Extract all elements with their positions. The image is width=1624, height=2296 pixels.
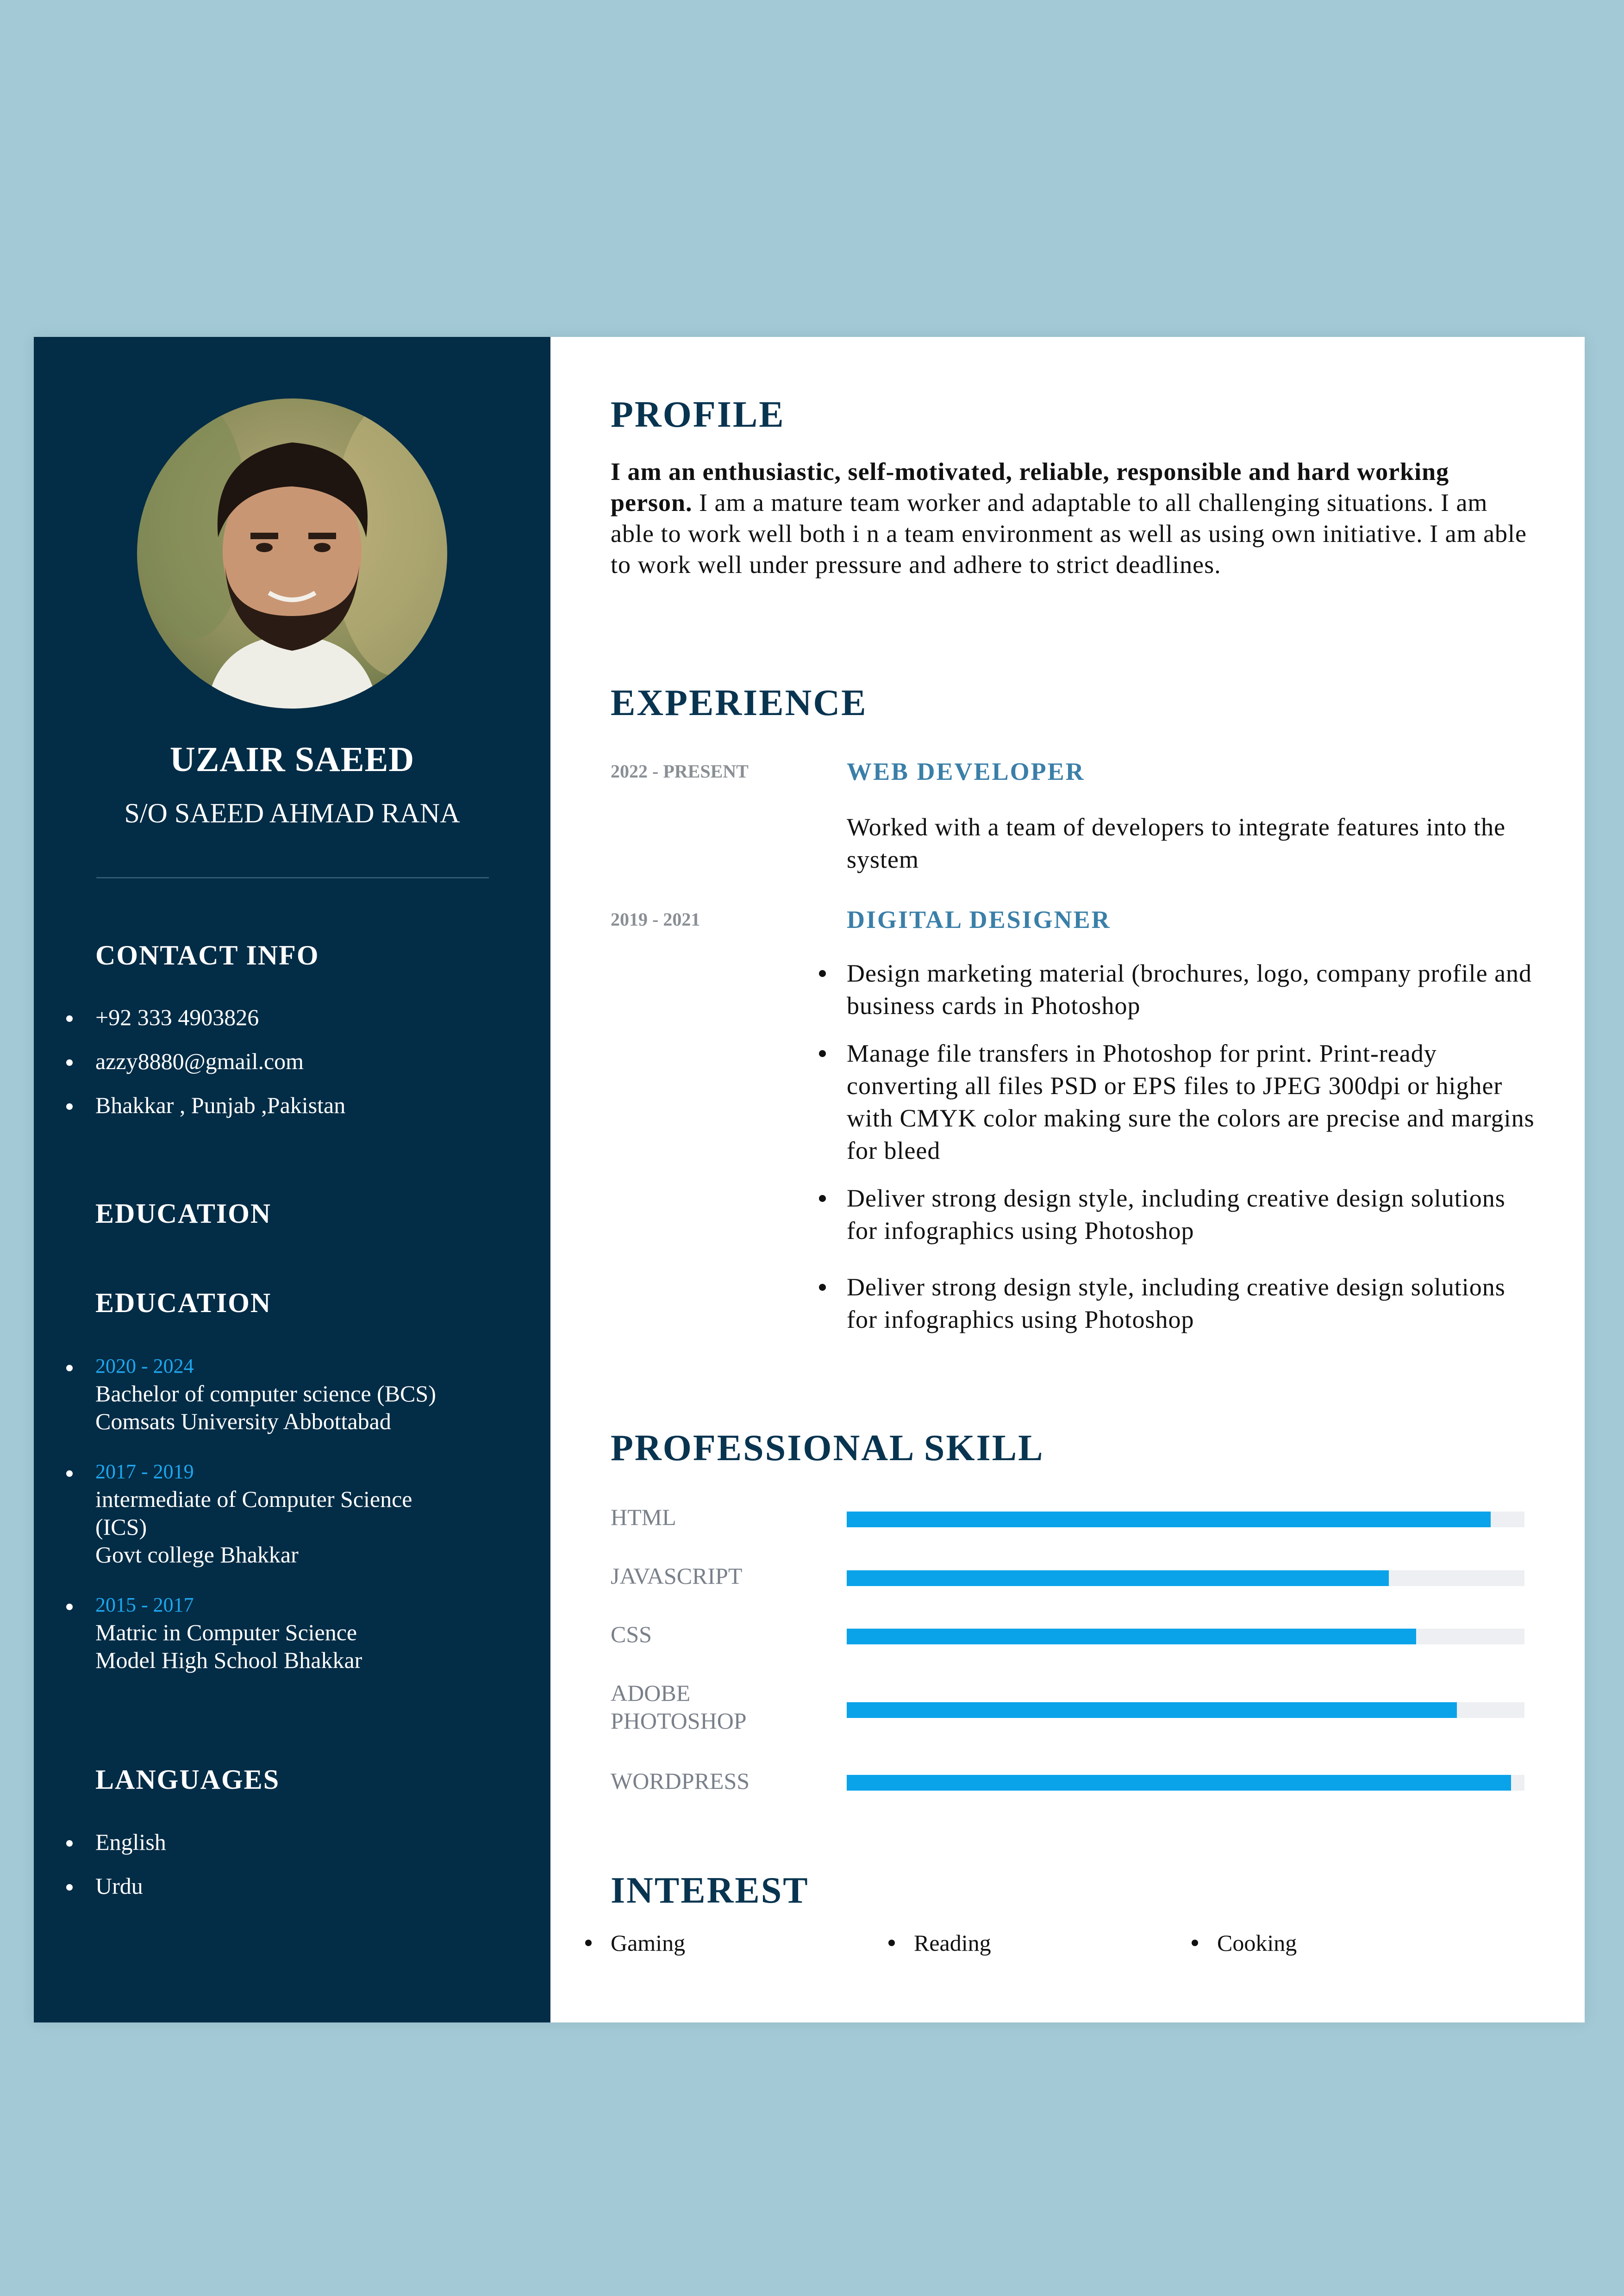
education-heading: EDUCATION bbox=[95, 1198, 272, 1229]
profile-heading: PROFILE bbox=[611, 394, 785, 435]
skill-label: JAVASCRIPT bbox=[611, 1563, 743, 1589]
experience-bullet: Deliver strong design style, including c… bbox=[819, 1271, 1541, 1336]
contact-email[interactable]: azzy8880@gmail.com bbox=[66, 1047, 345, 1091]
skill-bar-track bbox=[847, 1775, 1524, 1791]
skill-bar-track bbox=[847, 1702, 1524, 1718]
experience-dates: 2019 - 2021 bbox=[611, 909, 700, 930]
skill-bar-fill bbox=[847, 1512, 1491, 1527]
education-item: 2017 - 2019 intermediate of Computer Sci… bbox=[66, 1458, 436, 1568]
skill-bar-track bbox=[847, 1629, 1524, 1644]
education-degree-abbr: (ICS) bbox=[95, 1514, 147, 1540]
education-degree: Matric in Computer Science bbox=[95, 1619, 357, 1645]
interest-heading: INTEREST bbox=[611, 1870, 809, 1911]
interest-item: Reading bbox=[888, 1929, 991, 1957]
contact-list: +92 333 4903826 azzy8880@gmail.com Bhakk… bbox=[66, 1003, 345, 1135]
skill-bar-fill bbox=[847, 1702, 1457, 1718]
skill-bar-fill bbox=[847, 1775, 1511, 1791]
education-school: Model High School Bhakkar bbox=[95, 1647, 362, 1673]
education-years: 2015 - 2017 bbox=[95, 1593, 194, 1616]
profile-summary: I am an enthusiastic, self-motivated, re… bbox=[611, 456, 1537, 580]
education-school: Govt college Bhakkar bbox=[95, 1542, 299, 1568]
interest-item: Cooking bbox=[1192, 1929, 1297, 1957]
education-school: Comsats University Abbottabad bbox=[95, 1408, 391, 1434]
skill-bar-track bbox=[847, 1570, 1524, 1586]
candidate-name: UZAIR SAEED bbox=[169, 740, 415, 779]
skill-label: WORDPRESS bbox=[611, 1768, 750, 1794]
language-item: Urdu bbox=[66, 1872, 166, 1916]
education-years: 2020 - 2024 bbox=[95, 1355, 194, 1377]
skill-bar-fill bbox=[847, 1629, 1416, 1644]
skills-heading: PROFESSIONAL SKILL bbox=[611, 1428, 1044, 1468]
experience-bullets: Design marketing material (brochures, lo… bbox=[819, 957, 1541, 1351]
education-list: 2020 - 2024 Bachelor of computer science… bbox=[66, 1353, 436, 1697]
languages-heading: LANGUAGES bbox=[95, 1764, 280, 1795]
education-item: 2020 - 2024 Bachelor of computer science… bbox=[66, 1353, 436, 1435]
interest-item: Gaming bbox=[585, 1929, 685, 1957]
contact-address: Bhakkar , Punjab ,Pakistan bbox=[66, 1091, 345, 1135]
experience-description: Worked with a team of developers to inte… bbox=[847, 813, 1506, 873]
skill-label: ADOBE PHOTOSHOP bbox=[611, 1680, 747, 1734]
experience-bullet: Manage file transfers in Photoshop for p… bbox=[819, 1037, 1541, 1167]
experience-title: WEB DEVELOPER bbox=[847, 758, 1085, 785]
skill-bar-track bbox=[847, 1512, 1524, 1527]
main-content: PROFILE I am an enthusiastic, self-motiv… bbox=[550, 337, 1585, 2022]
education-item: 2015 - 2017 Matric in Computer Science M… bbox=[66, 1592, 436, 1674]
experience-bullet: Design marketing material (brochures, lo… bbox=[819, 957, 1541, 1022]
language-item: English bbox=[66, 1828, 166, 1872]
skill-label: CSS bbox=[611, 1621, 652, 1647]
profile-summary-text: I am a mature team worker and adaptable … bbox=[611, 489, 1527, 579]
experience-title: DIGITAL DESIGNER bbox=[847, 906, 1111, 933]
profile-photo bbox=[137, 398, 447, 709]
experience-heading: EXPERIENCE bbox=[611, 683, 868, 723]
sidebar-divider bbox=[96, 877, 489, 878]
experience-dates: 2022 - PRESENT bbox=[611, 761, 749, 782]
education-years: 2017 - 2019 bbox=[95, 1460, 194, 1483]
education-degree: intermediate of Computer Science bbox=[95, 1486, 412, 1512]
contact-heading: CONTACT INFO bbox=[95, 940, 319, 971]
parent-name: S/O SAEED AHMAD RANA bbox=[124, 798, 460, 828]
skill-bar-fill bbox=[847, 1570, 1389, 1586]
education-heading-2: EDUCATION bbox=[95, 1288, 272, 1318]
contact-phone[interactable]: +92 333 4903826 bbox=[66, 1003, 345, 1047]
avatar-portrait-icon bbox=[137, 398, 447, 709]
resume-sheet: UZAIR SAEED S/O SAEED AHMAD RANA CONTACT… bbox=[34, 337, 1585, 2022]
languages-list: English Urdu bbox=[66, 1828, 166, 1916]
skill-label: HTML bbox=[611, 1504, 676, 1530]
experience-bullet: Deliver strong design style, including c… bbox=[819, 1182, 1541, 1247]
education-degree: Bachelor of computer science (BCS) bbox=[95, 1381, 436, 1406]
sidebar: UZAIR SAEED S/O SAEED AHMAD RANA CONTACT… bbox=[34, 337, 550, 2022]
